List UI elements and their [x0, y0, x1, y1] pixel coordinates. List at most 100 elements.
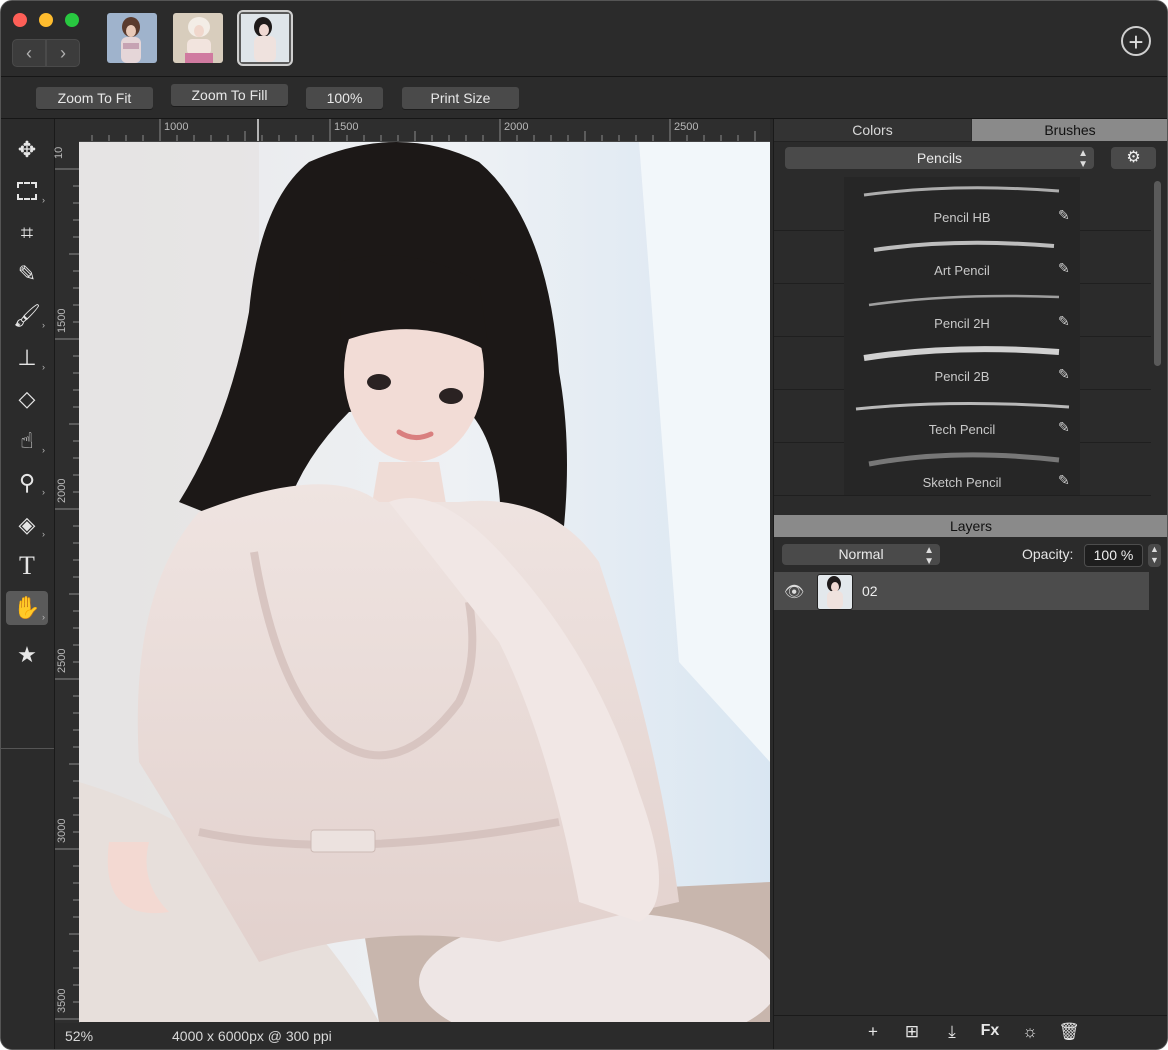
tab-brushes[interactable]: Brushes	[972, 119, 1167, 141]
brush-item[interactable]: Tech Pencil ✎	[774, 389, 1151, 443]
marquee-tool[interactable]: ›	[6, 174, 48, 208]
brush-list-scrollbar[interactable]	[1154, 181, 1161, 366]
stamp-icon: ⊥	[17, 345, 37, 370]
hand-tool[interactable]: ✋ ›	[6, 591, 48, 625]
add-group-icon[interactable]: ⊞	[901, 1022, 923, 1042]
adjust-icon[interactable]: ☼	[1019, 1022, 1041, 1042]
plus-circle-icon: +	[1128, 27, 1144, 57]
ruler-vertical: 10 1500 2000 2500 3000 3500	[53, 141, 80, 1023]
eye-icon[interactable]: 👁	[784, 582, 804, 602]
nav-forward-button[interactable]: ›	[46, 39, 80, 67]
ruler-horizontal: 1000 1500 2000 2500	[55, 119, 770, 142]
dodge-icon: ⚲	[18, 470, 36, 495]
ruler-label: 3000	[56, 818, 68, 843]
brush-name: Pencil HB	[933, 210, 991, 225]
brush-name: Sketch Pencil	[922, 475, 1002, 490]
brush-name: Art Pencil	[934, 263, 990, 278]
chevron-updown-icon: ▲ ▼	[924, 545, 934, 567]
edit-brush-icon[interactable]: ✎	[1058, 366, 1070, 383]
zoom-to-fit-button[interactable]: Zoom To Fit	[36, 87, 153, 109]
brush-item[interactable]: Art Pencil ✎	[774, 230, 1151, 284]
brush-name: Pencil 2H	[934, 316, 990, 331]
trash-icon[interactable]: 🗑	[1058, 1022, 1080, 1042]
merge-down-icon[interactable]: ⤓	[941, 1022, 963, 1042]
ruler-label: 10	[53, 146, 65, 159]
layer-row[interactable]: 👁 02	[774, 572, 1149, 610]
opacity-stepper[interactable]: ▲ ▼	[1148, 544, 1161, 567]
opacity-label: Opacity:	[1022, 546, 1074, 562]
brush-tool[interactable]: 🖌 ›	[6, 299, 48, 333]
chevron-left-icon: ‹	[26, 43, 32, 63]
ruler-label: 2500	[56, 648, 68, 673]
dodge-tool[interactable]: ⚲ ›	[6, 466, 48, 500]
brush-name: Pencil 2B	[934, 369, 990, 384]
tab-colors[interactable]: Colors	[774, 119, 971, 142]
brush-item[interactable]: Pencil HB ✎	[774, 177, 1151, 231]
ruler-label: 3500	[56, 988, 68, 1013]
brush-item[interactable]: Pencil 2B ✎	[774, 336, 1151, 390]
brush-category-value: Pencils	[916, 150, 963, 166]
layers-header: Layers	[774, 515, 1167, 537]
brush-item[interactable]: Pencil 2H ✎	[774, 283, 1151, 337]
smudge-tool[interactable]: ☝ ›	[6, 424, 48, 458]
tool-palette: ✥ › ⌗ ✎ 🖌 › ⊥ › ◇ ☝ › ⚲ › ◈ › T ✋ › ★	[1, 119, 55, 1049]
document-thumbnail-1[interactable]	[107, 13, 157, 63]
minimize-window-button[interactable]	[39, 13, 53, 27]
ruler-label: 2500	[674, 121, 699, 133]
add-layer-icon[interactable]: +	[862, 1022, 884, 1042]
opacity-field[interactable]: 100 %	[1084, 544, 1143, 567]
edit-brush-icon[interactable]: ✎	[1058, 313, 1070, 330]
zoom-window-button[interactable]	[65, 13, 79, 27]
brush-list: Pencil HB ✎ Art Pencil ✎ Pencil 2H ✎ Pen…	[774, 177, 1151, 514]
eyedropper-tool[interactable]: ✎	[6, 257, 48, 291]
eraser-icon: ◇	[18, 386, 36, 411]
canvas-photo	[79, 142, 770, 1022]
ruler-label: 1000	[164, 121, 189, 133]
stamp-tool[interactable]: ⊥ ›	[6, 341, 48, 375]
hand-icon: ✋	[13, 595, 41, 620]
star-icon: ★	[17, 642, 37, 667]
edit-brush-icon[interactable]: ✎	[1058, 260, 1070, 277]
document-thumbnail-2[interactable]	[173, 13, 223, 63]
crop-tool[interactable]: ⌗	[6, 216, 48, 250]
layer-thumbnail	[817, 574, 853, 610]
eraser-tool[interactable]: ◇	[6, 382, 48, 416]
fx-icon[interactable]: Fx	[979, 1022, 1001, 1040]
ruler-label: 2000	[56, 478, 68, 503]
marquee-icon	[17, 182, 37, 200]
close-window-button[interactable]	[13, 13, 27, 27]
edit-brush-icon[interactable]: ✎	[1058, 207, 1070, 224]
edit-brush-icon[interactable]: ✎	[1058, 419, 1070, 436]
title-bar: ‹ › +	[1, 1, 1167, 77]
blend-mode-select[interactable]: Normal ▲ ▼	[782, 544, 940, 567]
zoom-level: 52%	[65, 1028, 94, 1044]
blend-mode-value: Normal	[838, 546, 884, 562]
move-tool[interactable]: ✥	[6, 133, 48, 167]
ruler-label: 2000	[504, 121, 529, 133]
move-icon: ✥	[17, 137, 37, 162]
image-canvas[interactable]	[79, 142, 770, 1022]
smudge-icon: ☝	[20, 428, 34, 453]
zoom-to-fill-button[interactable]: Zoom To Fill	[171, 84, 288, 106]
brush-item[interactable]: Sketch Pencil ✎	[774, 442, 1151, 496]
ruler-label: 1500	[334, 121, 359, 133]
text-icon: T	[19, 551, 35, 580]
eyedropper-icon: ✎	[17, 261, 37, 286]
brush-settings-button[interactable]: ⚙	[1111, 147, 1156, 169]
print-size-button[interactable]: Print Size	[402, 87, 519, 109]
text-tool[interactable]: T	[6, 549, 48, 583]
zoom-100-button[interactable]: 100%	[306, 87, 383, 109]
brush-icon: 🖌	[13, 303, 41, 328]
brush-category-select[interactable]: Pencils ▲ ▼	[785, 147, 1094, 170]
edit-brush-icon[interactable]: ✎	[1058, 472, 1070, 489]
new-document-button[interactable]: +	[1121, 26, 1151, 56]
nav-back-button[interactable]: ‹	[12, 39, 46, 67]
crop-icon: ⌗	[20, 220, 34, 245]
favorites-tool[interactable]: ★	[6, 638, 48, 672]
layer-name: 02	[862, 583, 878, 599]
fill-tool[interactable]: ◈ ›	[6, 508, 48, 542]
chevron-updown-icon: ▲ ▼	[1078, 148, 1088, 170]
tool-divider	[1, 748, 54, 749]
document-thumbnail-3[interactable]	[237, 10, 293, 66]
brush-name: Tech Pencil	[928, 422, 996, 437]
